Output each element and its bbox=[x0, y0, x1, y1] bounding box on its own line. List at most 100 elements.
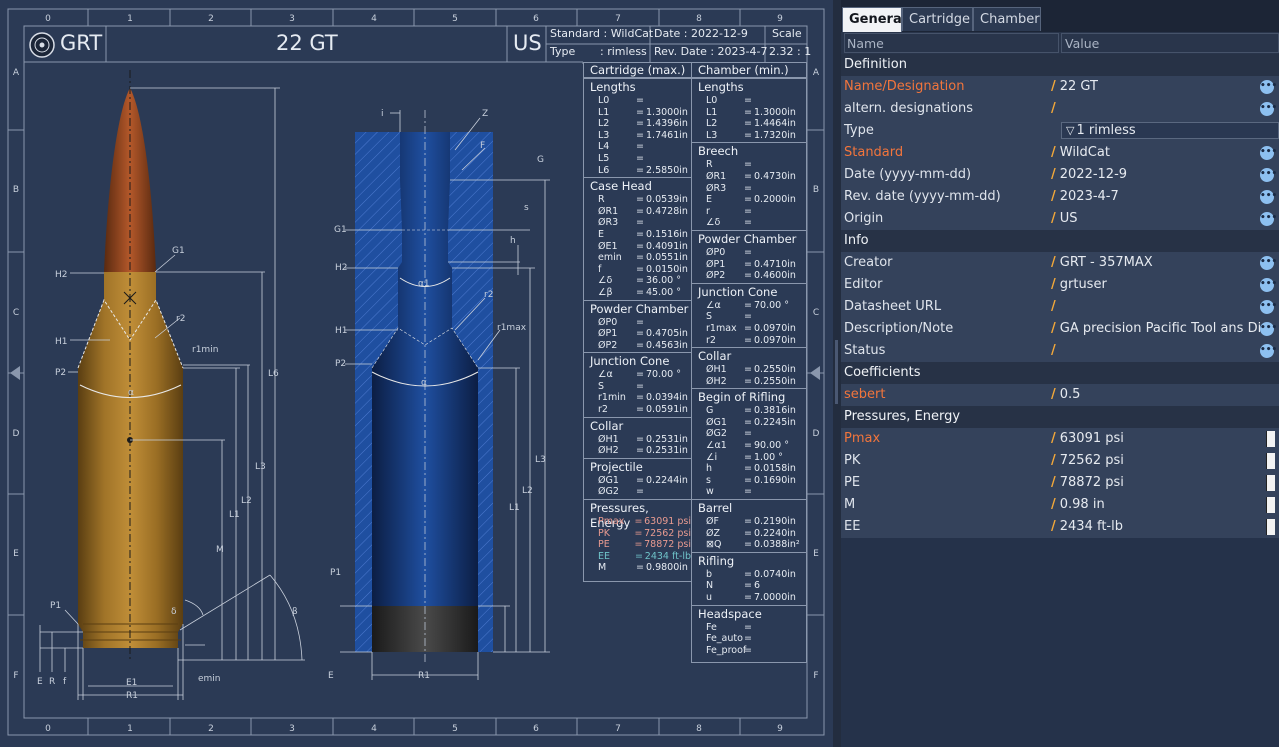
property-row[interactable]: PE/78872 psi bbox=[841, 472, 1279, 494]
ellipsis-button-icon[interactable]: ••• bbox=[1260, 80, 1277, 94]
tab-cartridge[interactable]: Cartridge bbox=[902, 7, 973, 31]
table-row: ØR1 = 0.4730in bbox=[692, 171, 806, 183]
ellipsis-button-icon[interactable]: ••• bbox=[1260, 278, 1277, 292]
ellipsis-button-icon[interactable]: ••• bbox=[1260, 344, 1277, 358]
frame-row-label: D bbox=[13, 429, 20, 439]
ellipsis-button-icon[interactable]: ••• bbox=[1260, 168, 1277, 182]
property-value[interactable]: / WildCat bbox=[1051, 142, 1261, 164]
property-row[interactable]: altern. designations / ••• bbox=[841, 98, 1279, 120]
property-value[interactable]: /22 GT bbox=[1051, 76, 1261, 98]
property-value[interactable]: / bbox=[1051, 98, 1261, 120]
column-header-name[interactable]: Name bbox=[844, 33, 1059, 53]
cartridge-dim-label-E: E bbox=[37, 677, 43, 687]
property-row[interactable]: EE/2434 ft-lb bbox=[841, 516, 1279, 538]
tab-chamber[interactable]: Chamber bbox=[973, 7, 1041, 31]
table-cell bbox=[754, 486, 806, 498]
property-group-header[interactable]: Info bbox=[841, 230, 1279, 252]
ruler-icon[interactable] bbox=[1266, 453, 1275, 469]
property-row[interactable]: Creator / GRT - 357MAX ••• bbox=[841, 252, 1279, 274]
ellipsis-button-icon[interactable]: ••• bbox=[1260, 190, 1277, 204]
table-cell: 70.00 ° bbox=[646, 369, 681, 381]
column-header-value[interactable]: Value bbox=[1061, 33, 1279, 53]
table-section: Barrel ØF = 0.2190in ØZ = 0.2240in ⊠Q = 0.0388in² bbox=[692, 499, 806, 552]
tab-general[interactable]: General bbox=[842, 7, 906, 32]
ellipsis-button-icon[interactable]: ••• bbox=[1260, 322, 1277, 336]
property-row[interactable]: Name/Designation/22 GT ••• bbox=[841, 76, 1279, 98]
property-value-text: 78872 psi bbox=[1059, 475, 1124, 490]
property-value[interactable]: / bbox=[1051, 340, 1261, 362]
property-group-header[interactable]: Definition bbox=[841, 54, 1279, 76]
table-cell: EE bbox=[598, 550, 611, 562]
property-row[interactable]: Status / ••• bbox=[841, 340, 1279, 362]
table-row: S = bbox=[692, 311, 806, 323]
property-row[interactable]: Description/Note / GA precision Pacific To… bbox=[841, 318, 1279, 340]
bullet-shape bbox=[104, 88, 156, 272]
table-row: ØR3 = bbox=[692, 183, 806, 195]
property-row[interactable]: Type ▽ 1 rimless bbox=[841, 120, 1279, 142]
section-title: Collar bbox=[698, 349, 732, 364]
table-row: ØG1 = 0.2245in bbox=[692, 417, 806, 429]
ruler-icon[interactable] bbox=[1266, 519, 1275, 535]
table-cell: = bbox=[744, 217, 752, 229]
property-name: M bbox=[844, 497, 856, 512]
property-row[interactable]: sebert/0.5 bbox=[841, 384, 1279, 406]
property-row[interactable]: Editor / grtuser ••• bbox=[841, 274, 1279, 296]
section-title: Junction Cone bbox=[590, 354, 670, 369]
table-cell: 0.3816in bbox=[754, 405, 796, 417]
splitter-grip[interactable] bbox=[835, 340, 838, 404]
ellipsis-button-icon[interactable]: ••• bbox=[1260, 212, 1277, 226]
table-cell: = bbox=[744, 539, 752, 551]
chamber-dim-label-Z: Z bbox=[482, 109, 488, 119]
property-value[interactable]: /0.5 bbox=[1051, 384, 1261, 406]
property-row[interactable]: Origin / US ••• bbox=[841, 208, 1279, 230]
property-group-header[interactable]: Pressures, Energy bbox=[841, 406, 1279, 428]
cartridge-dim-label-R: R bbox=[49, 677, 55, 687]
property-value[interactable]: / US bbox=[1051, 208, 1261, 230]
property-value[interactable]: / bbox=[1051, 296, 1261, 318]
property-value[interactable]: / GRT - 357MAX bbox=[1051, 252, 1261, 274]
property-row[interactable]: Rev. date (yyyy-mm-dd)/2023-4-7 ••• bbox=[841, 186, 1279, 208]
property-value[interactable]: /0.98 in bbox=[1051, 494, 1261, 516]
panel-splitter[interactable] bbox=[833, 0, 841, 747]
property-row[interactable]: Pmax/63091 psi bbox=[841, 428, 1279, 450]
property-value[interactable]: /72562 psi bbox=[1051, 450, 1261, 472]
property-group-header[interactable]: Coefficients bbox=[841, 362, 1279, 384]
property-value[interactable]: /2022-12-9 bbox=[1051, 164, 1261, 186]
property-row[interactable]: PK/72562 psi bbox=[841, 450, 1279, 472]
table-row: ∠α1 = 90.00 ° bbox=[692, 440, 806, 452]
ellipsis-button-icon[interactable]: ••• bbox=[1260, 300, 1277, 314]
property-row[interactable]: M/0.98 in bbox=[841, 494, 1279, 516]
table-section: Powder Chamber ØP0 = ØP1 = 0.4705in ØP2 = 0.4563… bbox=[584, 299, 691, 353]
frame-row-label: F bbox=[13, 671, 18, 681]
table-section: Headspace Fe = Fe_auto = Fe_proof = bbox=[692, 604, 806, 658]
table-cell bbox=[754, 428, 806, 440]
table-cell: = bbox=[744, 486, 752, 498]
edit-marker-icon: / bbox=[1051, 453, 1056, 468]
ruler-icon[interactable] bbox=[1266, 431, 1275, 447]
ruler-icon[interactable] bbox=[1266, 497, 1275, 513]
table-cell: = bbox=[744, 106, 752, 118]
property-row[interactable]: Datasheet URL / ••• bbox=[841, 296, 1279, 318]
cartridge-drawing bbox=[77, 70, 184, 660]
table-row: ∠α = 70.00 ° bbox=[584, 369, 691, 381]
table-cell: = bbox=[744, 299, 752, 311]
property-row[interactable]: Standard / WildCat ••• bbox=[841, 142, 1279, 164]
property-row[interactable]: Date (yyyy-mm-dd)/2022-12-9 ••• bbox=[841, 164, 1279, 186]
edit-marker-icon: / bbox=[1051, 321, 1056, 336]
property-value[interactable]: /2023-4-7 bbox=[1051, 186, 1261, 208]
property-value[interactable]: /78872 psi bbox=[1051, 472, 1261, 494]
type-dropdown[interactable]: ▽ 1 rimless bbox=[1061, 122, 1279, 139]
ellipsis-button-icon[interactable]: ••• bbox=[1260, 256, 1277, 270]
table-cell bbox=[646, 317, 691, 329]
property-value[interactable]: /GA precision Pacific Tool ans Die Re bbox=[1051, 318, 1261, 340]
property-value[interactable]: /2434 ft-lb bbox=[1051, 516, 1261, 538]
ellipsis-button-icon[interactable]: ••• bbox=[1260, 102, 1277, 116]
property-value[interactable]: /63091 psi bbox=[1051, 428, 1261, 450]
table-cell: 1.7320in bbox=[754, 129, 796, 141]
ellipsis-button-icon[interactable]: ••• bbox=[1260, 146, 1277, 160]
ruler-icon[interactable] bbox=[1266, 475, 1275, 491]
property-value[interactable]: / grtuser bbox=[1051, 274, 1261, 296]
table-cell: = bbox=[744, 580, 752, 592]
table-cell: ØE1 bbox=[598, 240, 618, 252]
table-cell: = bbox=[636, 562, 644, 574]
